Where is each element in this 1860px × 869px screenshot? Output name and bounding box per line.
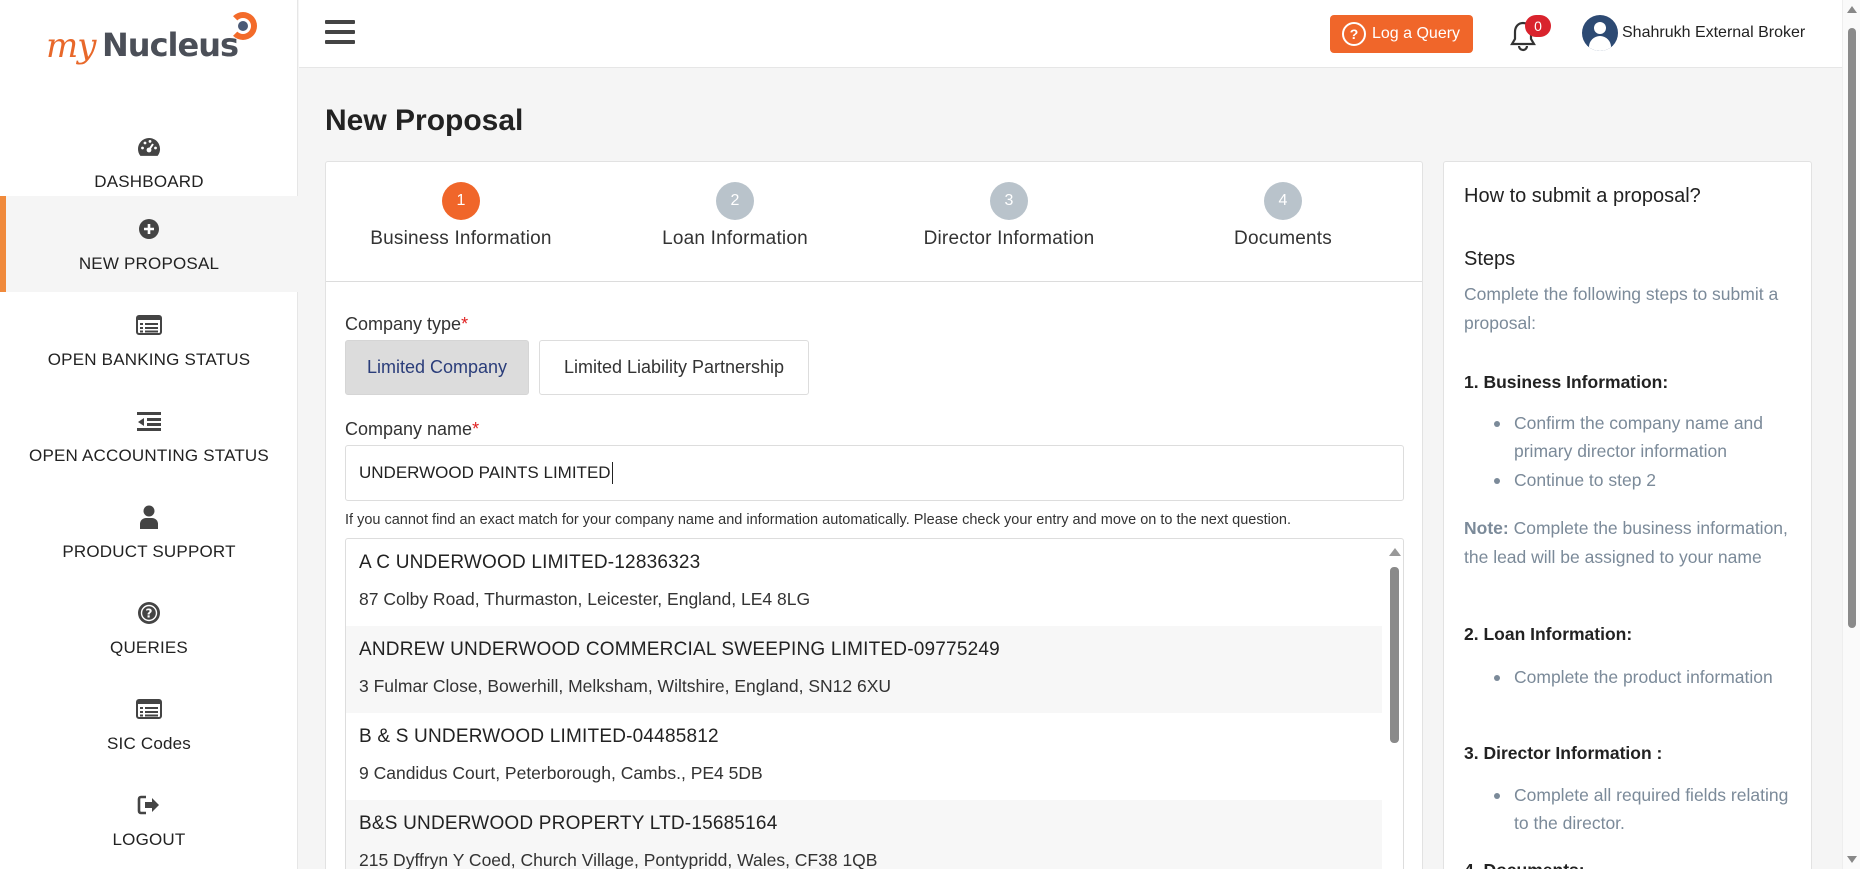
help-step-2-item: Complete the product information [1494,663,1794,691]
help-note: Note: Complete the business information,… [1464,518,1788,567]
sidebar: my Nucleus DASHBOARD NEW PROPOSAL OPEN B… [0,0,298,869]
stepper: 1 Business Information 2 Loan Informatio… [326,162,1422,282]
company-type-label: Company type* [345,314,469,334]
list-item[interactable]: B&S UNDERWOOD PROPERTY LTD-15685164 215 … [346,800,1382,869]
results-scrollbar[interactable] [1385,539,1403,869]
help-step-3-heading: 3. Director Information : [1464,743,1663,763]
notification-count-badge: 0 [1525,15,1551,37]
scroll-up-icon[interactable] [1847,6,1857,13]
help-title: How to submit a proposal? [1464,185,1701,207]
company-name-input[interactable]: UNDERWOOD PAINTS LIMITED [345,445,1404,501]
company-name-hint: If you cannot find an exact match for yo… [345,512,1291,528]
help-intro: Complete the following steps to submit a… [1464,284,1779,333]
company-name-label: Company name* [345,419,480,439]
sidebar-item-open-accounting-status[interactable]: OPEN ACCOUNTING STATUS [0,388,298,484]
sidebar-item-label: LOGOUT [112,830,186,849]
help-step-2-heading: 2. Loan Information: [1464,624,1633,644]
sidebar-item-label: NEW PROPOSAL [78,254,220,273]
sidebar-item-label: QUERIES [110,638,188,657]
list-icon [136,312,162,338]
user-menu[interactable]: Shahrukh External Broker [1582,14,1805,52]
logo-dot-icon [238,21,248,31]
step-loan-information[interactable]: 2 Loan Information [600,182,870,250]
page-title: New Proposal [325,104,524,137]
menu-toggle-icon[interactable] [325,20,355,46]
sidebar-item-queries[interactable]: ? QUERIES [0,580,298,676]
step-label: Business Information [370,228,552,249]
sidebar-item-open-banking-status[interactable]: OPEN BANKING STATUS [0,292,298,388]
log-query-label: Log a Query [1372,25,1461,42]
step-label: Director Information [923,228,1095,249]
list-icon [136,696,162,722]
step-number: 4 [1264,182,1302,220]
help-step-1-item: Continue to step 2 [1494,466,1794,494]
plus-circle-icon [136,216,162,242]
user-icon [136,504,162,530]
sidebar-item-label: OPEN BANKING STATUS [47,350,251,369]
sidebar-item-label: SIC Codes [106,734,191,753]
sidebar-item-new-proposal[interactable]: NEW PROPOSAL [0,196,298,292]
sidebar-item-label: DASHBOARD [94,172,204,191]
help-step-1-item: Confirm the company name and primary dir… [1494,409,1794,465]
step-number: 2 [716,182,754,220]
page-scrollbar[interactable] [1842,0,1860,869]
scrollbar-thumb[interactable] [1390,567,1399,743]
sidebar-item-product-support[interactable]: PRODUCT SUPPORT [0,484,298,580]
company-search-results: A C UNDERWOOD LIMITED-12836323 87 Colby … [345,538,1404,869]
help-step-4-heading: 4. Documents: [1464,860,1585,869]
sidebar-item-sic-codes[interactable]: SIC Codes [0,676,298,772]
result-company-name: ANDREW UNDERWOOD COMMERCIAL SWEEPING LIM… [359,639,1000,660]
result-company-address: 3 Fulmar Close, Bowerhill, Melksham, Wil… [359,676,891,696]
question-icon: ? [1342,22,1366,46]
sidebar-item-label: PRODUCT SUPPORT [62,542,236,561]
step-director-information[interactable]: 3 Director Information [874,182,1144,250]
step-number: 1 [442,182,480,220]
list-item[interactable]: A C UNDERWOOD LIMITED-12836323 87 Colby … [346,539,1382,626]
logo-text-my: my [46,26,96,66]
sidebar-item-logout[interactable]: LOGOUT [0,772,298,868]
result-company-name: A C UNDERWOOD LIMITED-12836323 [359,552,701,573]
help-steps-heading: Steps [1464,248,1516,270]
result-company-name: B&S UNDERWOOD PROPERTY LTD-15685164 [359,813,778,834]
help-step-3-item: Complete all required fields relating to… [1494,781,1794,837]
top-bar: ? Log a Query 0 Shahrukh External Broker [299,0,1860,68]
sidebar-item-label: OPEN ACCOUNTING STATUS [29,446,269,465]
step-label: Loan Information [662,228,808,249]
logo-text-nucleus: Nucleus [102,26,239,64]
scroll-up-icon[interactable] [1389,548,1401,556]
text-caret [611,462,613,484]
help-step-1-heading: 1. Business Information: [1464,372,1669,392]
scrollbar-thumb[interactable] [1848,28,1856,628]
mynucleus-logo[interactable]: my Nucleus [46,12,266,72]
logout-icon [136,792,162,818]
help-panel: How to submit a proposal? Steps Complete… [1443,161,1812,869]
list-item[interactable]: ANDREW UNDERWOOD COMMERCIAL SWEEPING LIM… [346,626,1382,713]
svg-text:?: ? [146,607,153,621]
log-query-button[interactable]: ? Log a Query [1330,15,1473,53]
proposal-form-card: 1 Business Information 2 Loan Informatio… [325,161,1423,869]
step-label: Documents [1234,228,1332,249]
list-item[interactable]: B & S UNDERWOOD LIMITED-04485812 9 Candi… [346,713,1382,800]
result-company-name: B & S UNDERWOOD LIMITED-04485812 [359,726,719,747]
result-company-address: 87 Colby Road, Thurmaston, Leicester, En… [359,589,811,609]
question-circle-icon: ? [136,600,162,626]
outdent-icon [136,408,162,434]
avatar [1582,15,1618,51]
llp-option[interactable]: Limited Liability Partnership [539,340,809,395]
step-documents[interactable]: 4 Documents [1148,182,1418,250]
result-company-address: 215 Dyffryn Y Coed, Church Village, Pont… [359,850,878,869]
step-business-information[interactable]: 1 Business Information [326,182,596,250]
scroll-down-icon[interactable] [1847,856,1857,863]
result-company-address: 9 Candidus Court, Peterborough, Cambs., … [359,763,763,783]
limited-company-option[interactable]: Limited Company [345,340,529,395]
user-name: Shahrukh External Broker [1622,24,1806,41]
dashboard-icon [136,134,162,160]
step-number: 3 [990,182,1028,220]
